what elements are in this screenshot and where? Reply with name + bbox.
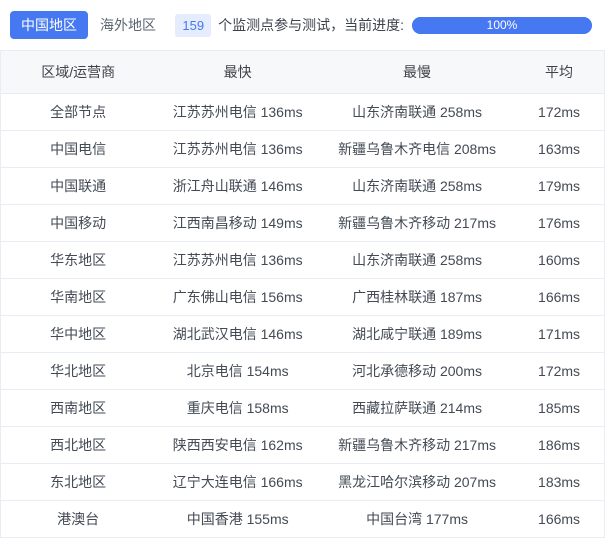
region-cell: 中国移动 (50, 215, 107, 231)
fastest-cell: 重庆电信 158ms (186, 400, 289, 416)
table-row: 华北地区 北京电信 154ms 河北承德移动 200ms 172ms (1, 353, 604, 390)
table-row: 西北地区 陕西西安电信 162ms 新疆乌鲁木齐移动 217ms 186ms (1, 427, 604, 464)
region-cell: 中国电信 (50, 141, 107, 157)
tab-overseas-region[interactable]: 海外地区 (100, 15, 156, 35)
region-cell: 全部节点 (50, 104, 107, 120)
average-cell: 176ms (538, 215, 581, 231)
fastest-cell: 中国香港 155ms (186, 511, 289, 527)
average-cell: 186ms (538, 437, 581, 453)
slowest-cell: 湖北咸宁联通 189ms (352, 326, 482, 342)
table-row: 西南地区 重庆电信 158ms 西藏拉萨联通 214ms 185ms (1, 390, 604, 427)
slowest-cell: 河北承德移动 200ms (352, 363, 482, 379)
slowest-cell: 新疆乌鲁木齐移动 217ms (338, 437, 496, 453)
table-row: 华东地区 江苏苏州电信 136ms 山东济南联通 258ms 160ms (1, 242, 604, 279)
average-cell: 171ms (538, 326, 581, 342)
region-cell: 华中地区 (50, 326, 107, 342)
fastest-cell: 辽宁大连电信 166ms (172, 474, 303, 490)
region-cell: 东北地区 (50, 474, 107, 490)
ping-result-table: 区域/运营商 最快 最慢 平均 全部节点 江苏苏州电信 136ms 山东济南联通… (0, 50, 605, 538)
fastest-cell: 浙江舟山联通 146ms (172, 178, 303, 194)
slowest-cell: 山东济南联通 258ms (352, 252, 482, 268)
column-header-slowest: 最慢 (403, 64, 432, 80)
region-cell: 华北地区 (50, 363, 107, 379)
table-row: 东北地区 辽宁大连电信 166ms 黑龙江哈尔滨移动 207ms 183ms (1, 464, 604, 501)
average-cell: 163ms (538, 141, 581, 157)
table-row: 华中地区 湖北武汉电信 146ms 湖北咸宁联通 189ms 171ms (1, 316, 604, 353)
region-cell: 中国联通 (50, 178, 107, 194)
slowest-cell: 山东济南联通 258ms (352, 178, 482, 194)
average-cell: 172ms (538, 104, 581, 120)
slowest-cell: 新疆乌鲁木齐电信 208ms (338, 141, 496, 157)
monitor-count-badge: 159 (175, 13, 212, 37)
fastest-cell: 江苏苏州电信 136ms (172, 104, 303, 120)
average-cell: 172ms (538, 363, 581, 379)
fastest-cell: 江苏苏州电信 136ms (172, 141, 303, 157)
slowest-cell: 中国台湾 177ms (366, 511, 468, 527)
column-header-average: 平均 (545, 64, 574, 80)
table-row: 全部节点 江苏苏州电信 136ms 山东济南联通 258ms 172ms (1, 94, 604, 131)
average-cell: 185ms (538, 400, 581, 416)
table-body: 全部节点 江苏苏州电信 136ms 山东济南联通 258ms 172ms 中国电… (1, 94, 604, 538)
average-cell: 183ms (538, 474, 581, 490)
region-cell: 西北地区 (50, 437, 107, 453)
region-cell: 华南地区 (50, 289, 107, 305)
column-header-fastest: 最快 (223, 64, 252, 80)
fastest-cell: 广东佛山电信 156ms (172, 289, 303, 305)
region-cell: 华东地区 (50, 252, 107, 268)
region-cell: 港澳台 (57, 511, 100, 527)
slowest-cell: 黑龙江哈尔滨移动 207ms (338, 474, 496, 490)
average-cell: 166ms (538, 511, 581, 527)
fastest-cell: 湖北武汉电信 146ms (172, 326, 303, 342)
table-row: 中国电信 江苏苏州电信 136ms 新疆乌鲁木齐电信 208ms 163ms (1, 131, 604, 168)
region-cell: 西南地区 (50, 400, 107, 416)
fastest-cell: 北京电信 154ms (186, 363, 289, 379)
table-header-row: 区域/运营商 最快 最慢 平均 (1, 51, 604, 94)
fastest-cell: 江西南昌移动 149ms (172, 215, 303, 231)
fastest-cell: 陕西西安电信 162ms (172, 437, 303, 453)
average-cell: 166ms (538, 289, 581, 305)
slowest-cell: 新疆乌鲁木齐移动 217ms (338, 215, 496, 231)
average-cell: 160ms (538, 252, 581, 268)
average-cell: 179ms (538, 178, 581, 194)
table-row: 华南地区 广东佛山电信 156ms 广西桂林联通 187ms 166ms (1, 279, 604, 316)
slowest-cell: 山东济南联通 258ms (352, 104, 482, 120)
progress-percent-label: 100% (486, 18, 518, 32)
table-row: 中国移动 江西南昌移动 149ms 新疆乌鲁木齐移动 217ms 176ms (1, 205, 604, 242)
table-row: 中国联通 浙江舟山联通 146ms 山东济南联通 258ms 179ms (1, 168, 604, 205)
tab-china-region[interactable]: 中国地区 (10, 11, 88, 39)
column-header-region: 区域/运营商 (41, 64, 116, 80)
monitor-info-text: 个监测点参与测试，当前进度: (218, 17, 404, 33)
slowest-cell: 西藏拉萨联通 214ms (352, 400, 482, 416)
slowest-cell: 广西桂林联通 187ms (352, 289, 482, 305)
fastest-cell: 江苏苏州电信 136ms (172, 252, 303, 268)
progress-bar: 100% (412, 16, 592, 34)
table-row: 港澳台 中国香港 155ms 中国台湾 177ms 166ms (1, 501, 604, 538)
monitor-status: 159 个监测点参与测试，当前进度: 100% (175, 13, 592, 37)
top-bar: 中国地区 海外地区 159 个监测点参与测试，当前进度: 100% (0, 0, 605, 50)
